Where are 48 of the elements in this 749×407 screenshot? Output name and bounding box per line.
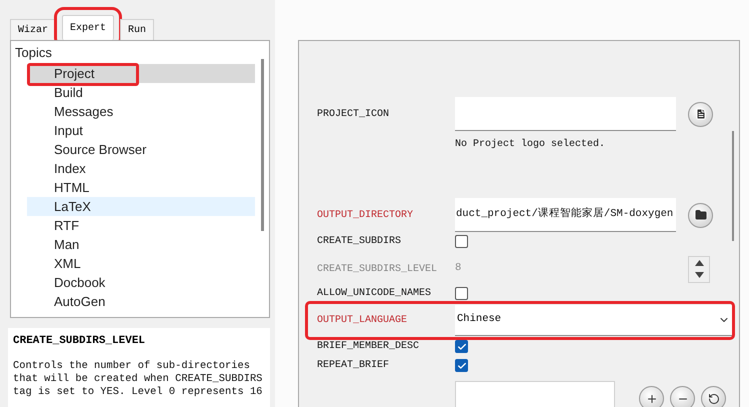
setting-label: CREATE_SUBDIRS_LEVEL	[317, 262, 438, 276]
reset-button[interactable]	[701, 386, 726, 407]
setting-label: OUTPUT_LANGUAGE	[317, 314, 408, 328]
file-browse-button[interactable]	[688, 102, 713, 126]
tree-item[interactable]: Project	[27, 64, 255, 83]
help-text: Controls the number of sub-directories that will be created when CREATE_SUBDIRS tag is set to YES. Level 0 represents 16	[13, 360, 264, 398]
setting-label: BRIEF_MEMBER_DESC	[317, 340, 420, 354]
setting-label: REPEAT_BRIEF	[317, 359, 390, 373]
tree-item[interactable]: HTML	[27, 178, 255, 197]
tree-item[interactable]: Index	[27, 159, 255, 178]
tree-item[interactable]: Docbook	[27, 273, 255, 292]
checkbox[interactable]	[455, 235, 468, 248]
tree-item[interactable]: AutoGen	[27, 292, 255, 311]
setting-label: CREATE_SUBDIRS	[317, 235, 402, 249]
path-field[interactable]	[455, 97, 676, 131]
tree-item[interactable]: XML	[27, 254, 255, 273]
tree-item[interactable]: Source Browser	[27, 140, 255, 159]
logo-status-text: No Project logo selected.	[455, 138, 606, 152]
tree-item[interactable]: Input	[27, 121, 255, 140]
tree-item[interactable]: Topics	[11, 44, 255, 62]
checkbox[interactable]	[455, 359, 468, 372]
setting-label: ALLOW_UNICODE_NAMES	[317, 287, 432, 301]
remove-button[interactable]	[670, 386, 695, 407]
list-field[interactable]	[455, 381, 615, 407]
checkbox[interactable]	[455, 287, 468, 300]
scrollbar-thumb[interactable]	[732, 131, 734, 241]
tree-item[interactable]: Build	[27, 83, 255, 102]
reset-icon	[708, 392, 720, 404]
tab[interactable]: Wizar	[10, 19, 56, 40]
tree-item[interactable]: RTF	[27, 216, 255, 235]
add-button[interactable]	[639, 386, 664, 407]
folder-browse-button[interactable]	[688, 202, 713, 228]
tree-item[interactable]: Man	[27, 235, 255, 254]
document-icon	[694, 108, 706, 120]
help-title: CREATE_SUBDIRS_LEVEL	[13, 334, 146, 349]
up-arrow-icon	[694, 260, 704, 266]
tab[interactable]: Run	[120, 19, 154, 40]
checkbox[interactable]	[455, 340, 468, 353]
folder-icon	[694, 209, 706, 221]
setting-label: PROJECT_ICON	[317, 108, 390, 122]
tree-item[interactable]: LaTeX	[27, 197, 255, 216]
setting-label: OUTPUT_DIRECTORY	[317, 208, 414, 222]
path-field[interactable]: duct_project/课程智能家居/SM-doxygen	[455, 198, 676, 232]
language-dropdown[interactable]: Chinese	[455, 305, 732, 336]
tree-item[interactable]: Messages	[27, 102, 255, 121]
down-arrow-icon	[694, 272, 704, 278]
scrollbar-thumb[interactable]	[260, 59, 264, 231]
plus-icon	[646, 392, 658, 404]
